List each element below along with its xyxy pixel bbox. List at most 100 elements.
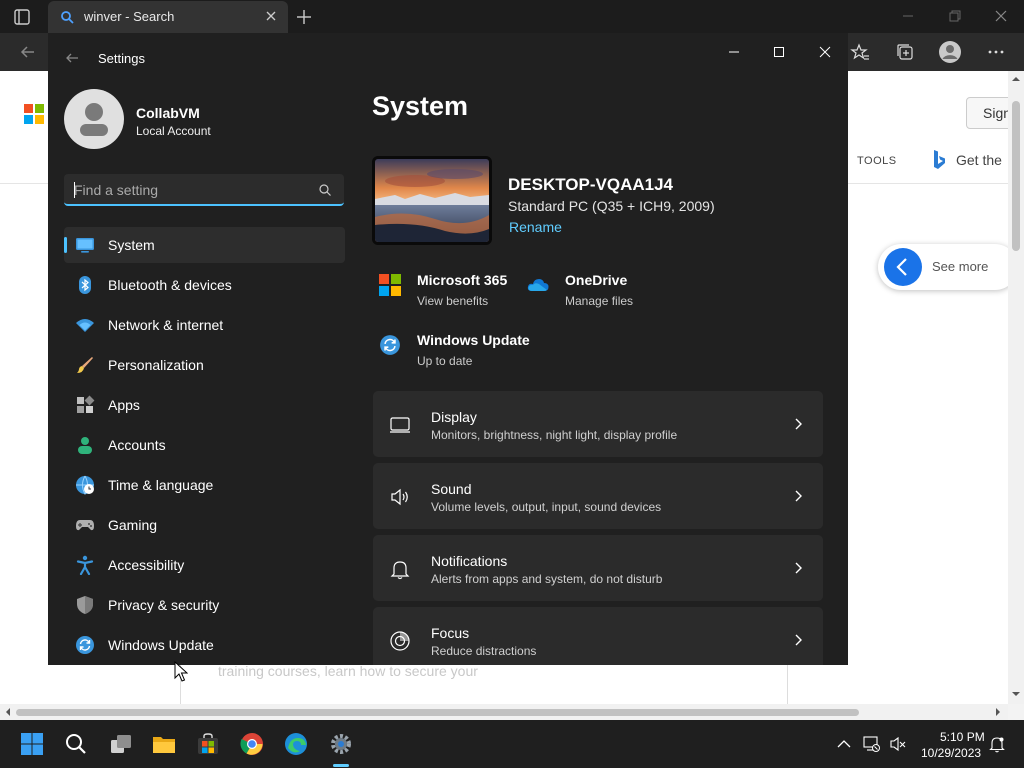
file-explorer-icon[interactable] — [152, 732, 176, 756]
settings-gear-icon[interactable] — [329, 732, 353, 756]
bell-icon — [390, 561, 410, 580]
nav-item-time-language[interactable]: Time & language — [64, 467, 345, 503]
tile-title: Windows Update — [417, 332, 530, 348]
close-window-icon[interactable] — [993, 8, 1009, 24]
vertical-scrollbar[interactable] — [1008, 71, 1024, 704]
task-view-icon[interactable] — [109, 732, 133, 756]
chevron-right-icon — [795, 562, 802, 574]
scroll-thumb[interactable] — [1012, 101, 1020, 251]
chevron-up-icon[interactable] — [836, 736, 852, 752]
collections-icon[interactable] — [895, 42, 915, 62]
nav-label: Gaming — [108, 517, 158, 533]
back-arrow-icon[interactable] — [64, 50, 80, 66]
nav-item-system[interactable]: System — [64, 227, 345, 263]
globe-clock-icon — [76, 475, 94, 495]
user-icon — [80, 103, 108, 136]
browser-tab[interactable]: winver - Search — [48, 1, 288, 33]
maximize-icon[interactable] — [770, 43, 788, 61]
nav-item-apps[interactable]: Apps — [64, 387, 345, 423]
nav-item-accessibility[interactable]: Accessibility — [64, 547, 345, 583]
volume-muted-icon[interactable] — [889, 735, 907, 753]
nav-item-bluetooth[interactable]: Bluetooth & devices — [64, 267, 345, 303]
new-tab-icon[interactable] — [294, 7, 314, 27]
microsoft-365-tile[interactable]: Microsoft 365 View benefits — [379, 272, 519, 314]
close-icon[interactable] — [816, 43, 834, 61]
search-box[interactable] — [64, 174, 344, 206]
nav-label: Accessibility — [108, 557, 185, 573]
search-input[interactable] — [74, 180, 304, 200]
search-icon[interactable] — [318, 183, 332, 197]
nav-item-accounts[interactable]: Accounts — [64, 427, 345, 463]
nav-item-network[interactable]: Network & internet — [64, 307, 345, 343]
focus-card[interactable]: Focus Reduce distractions — [373, 607, 823, 665]
horizontal-scrollbar[interactable] — [0, 704, 1008, 720]
scroll-thumb[interactable] — [16, 709, 859, 716]
search-icon[interactable] — [64, 732, 88, 756]
bing-promo-text: Get the — [956, 152, 1002, 168]
rename-link[interactable]: Rename — [509, 219, 562, 235]
page-title: System — [372, 91, 469, 121]
favorites-icon[interactable] — [850, 42, 870, 62]
chrome-icon[interactable] — [240, 732, 264, 756]
display-card[interactable]: Display Monitors, brightness, night ligh… — [373, 391, 823, 457]
microsoft-store-icon[interactable] — [196, 732, 220, 756]
scroll-right-icon[interactable] — [994, 708, 1002, 716]
minimize-icon[interactable] — [900, 8, 916, 24]
taskbar — [0, 720, 1024, 768]
avatar[interactable] — [64, 89, 124, 149]
profile-avatar-icon[interactable] — [938, 40, 962, 64]
chevron-right-icon — [795, 418, 802, 430]
close-icon[interactable] — [264, 9, 278, 23]
nav-label: Personalization — [108, 357, 204, 373]
wallpaper-image — [375, 159, 489, 242]
nav-item-personalization[interactable]: Personalization — [64, 347, 345, 383]
nav-item-gaming[interactable]: Gaming — [64, 507, 345, 543]
tab-actions-icon[interactable] — [12, 7, 32, 27]
nav-label: Bluetooth & devices — [108, 277, 232, 293]
windows-update-icon — [76, 636, 94, 654]
notification-center-icon[interactable] — [988, 735, 1006, 753]
bing-promo[interactable]: Get the — [932, 149, 1002, 171]
windows-update-tile[interactable]: Windows Update Up to date — [379, 332, 539, 374]
settings-window: Settings CollabVM Local Account Find a s… — [48, 33, 848, 665]
restore-icon[interactable] — [947, 8, 963, 24]
account-type: Local Account — [136, 124, 211, 138]
nav-label: Accounts — [108, 437, 166, 453]
clock-time[interactable]: 5:10 PM — [940, 730, 985, 744]
nav-label: Time & language — [108, 477, 214, 493]
more-options-icon[interactable] — [986, 42, 1006, 62]
clock-date[interactable]: 10/29/2023 — [921, 746, 981, 760]
see-more-button[interactable]: See more — [878, 244, 1018, 290]
start-windows-icon[interactable] — [20, 732, 44, 756]
onedrive-tile[interactable]: OneDrive Manage files — [527, 272, 667, 314]
card-title: Focus — [431, 625, 470, 641]
windows-update-icon — [380, 335, 400, 355]
scroll-down-icon[interactable] — [1012, 690, 1020, 698]
sound-card[interactable]: Sound Volume levels, output, input, soun… — [373, 463, 823, 529]
display-icon — [390, 417, 410, 433]
bluetooth-icon — [79, 276, 91, 294]
tile-title: Microsoft 365 — [417, 272, 508, 288]
card-subtitle: Alerts from apps and system, do not dist… — [431, 572, 663, 586]
back-arrow-icon[interactable] — [18, 42, 38, 62]
minimize-icon[interactable] — [725, 43, 743, 61]
focus-icon — [390, 631, 410, 651]
scroll-up-icon[interactable] — [1012, 75, 1020, 83]
nav-item-windows-update[interactable]: Windows Update — [64, 627, 345, 663]
edge-icon[interactable] — [284, 732, 308, 756]
accessibility-icon — [76, 555, 94, 575]
notifications-card[interactable]: Notifications Alerts from apps and syste… — [373, 535, 823, 601]
tools-tab[interactable]: TOOLS — [857, 155, 897, 167]
card-title: Sound — [431, 481, 472, 497]
card-subtitle: Volume levels, output, input, sound devi… — [431, 500, 662, 514]
card-subtitle: Monitors, brightness, night light, displ… — [431, 428, 678, 442]
person-icon — [78, 437, 92, 454]
nav-item-privacy-security[interactable]: Privacy & security — [64, 587, 345, 623]
system-icon — [76, 238, 94, 253]
scroll-left-icon[interactable] — [4, 708, 12, 716]
mouse-cursor-icon — [174, 661, 188, 682]
chevron-left-icon — [884, 248, 922, 286]
network-status-icon[interactable] — [862, 735, 880, 753]
microsoft-logo-icon[interactable] — [24, 104, 44, 124]
tile-title: OneDrive — [565, 272, 628, 288]
